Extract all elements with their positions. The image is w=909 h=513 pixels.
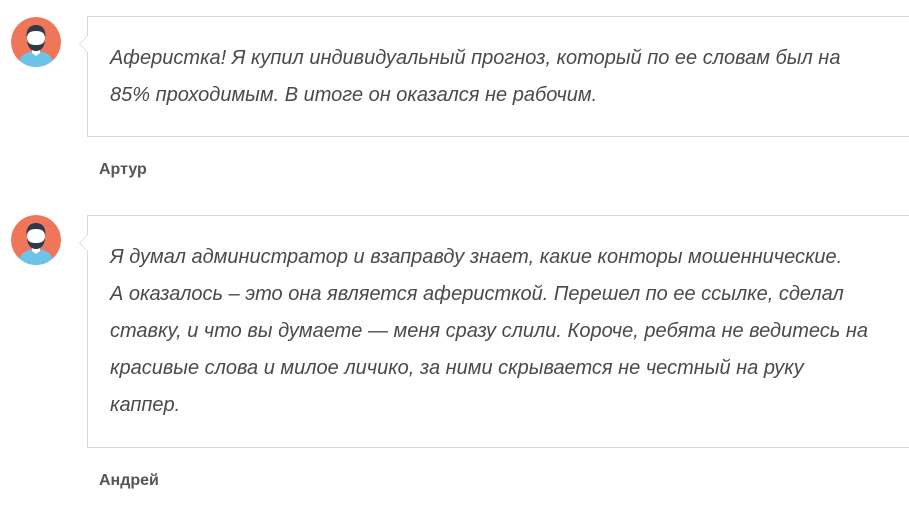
user-avatar-icon xyxy=(11,215,61,265)
user-avatar-icon xyxy=(11,17,61,67)
comment-bubble: Я думал администратор и взаправду знает,… xyxy=(79,215,909,448)
comment-text-line: 85% проходимым. В итоге он оказался не р… xyxy=(110,84,598,106)
comment-text-line: Я думал администратор и взаправду знает,… xyxy=(110,246,843,268)
comment-author: Артур xyxy=(99,161,147,178)
comment-bubble: Аферистка! Я купил индивидуальный прогно… xyxy=(79,16,909,137)
comment-text-line: красивые слова и милое личико, за ними с… xyxy=(110,357,804,379)
comment-text-line: каппер. xyxy=(110,394,181,416)
comment-text-line: А оказалось – это она является аферистко… xyxy=(110,283,844,305)
comment-text-line: ставку, и что вы думаете — меня сразу сл… xyxy=(110,320,868,342)
comment-author: Андрей xyxy=(99,472,159,489)
comment-text-line: Аферистка! Я купил индивидуальный прогно… xyxy=(110,47,841,69)
